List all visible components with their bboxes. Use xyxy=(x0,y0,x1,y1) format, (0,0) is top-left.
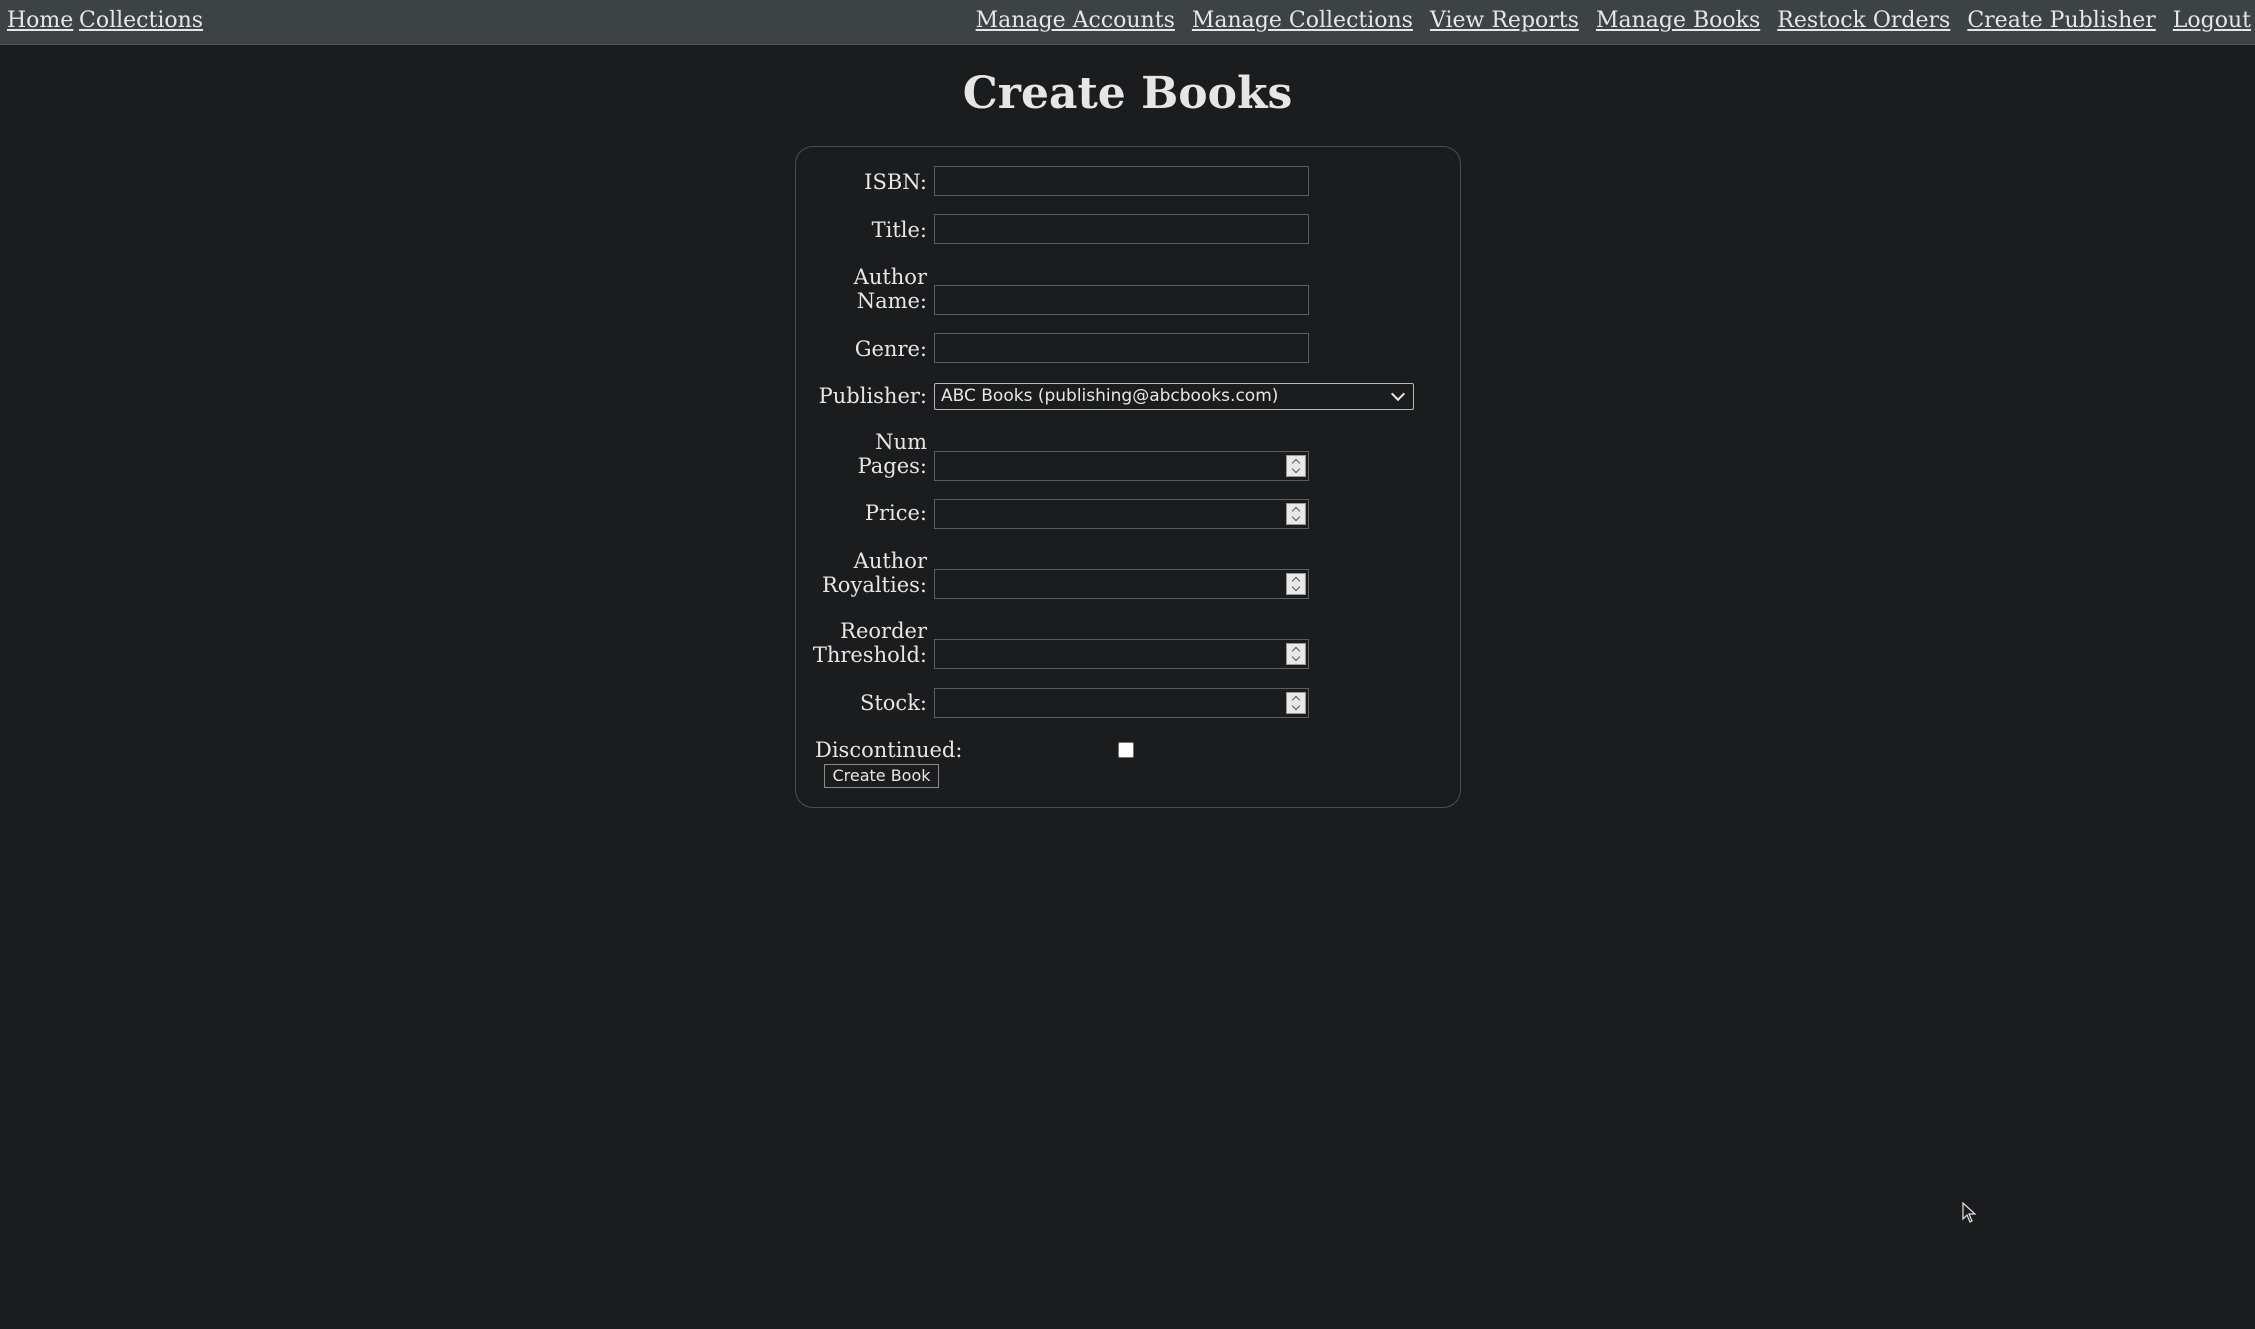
genre-label: Genre: xyxy=(854,337,927,361)
discontinued-checkbox[interactable] xyxy=(1118,742,1134,758)
num-pages-input[interactable] xyxy=(934,451,1309,481)
publisher-select[interactable]: ABC Books (publishing@abcbooks.com) xyxy=(934,383,1414,410)
publisher-selected-value: ABC Books (publishing@abcbooks.com) xyxy=(941,386,1279,406)
author-royalties-input[interactable] xyxy=(934,569,1309,599)
spinner-arrows-icon[interactable] xyxy=(1286,643,1306,665)
nav-link-home[interactable]: Home xyxy=(7,8,73,33)
author-name-input[interactable] xyxy=(934,285,1309,315)
title-input[interactable] xyxy=(934,214,1309,244)
stock-label: Stock: xyxy=(859,691,927,715)
price-input[interactable] xyxy=(934,499,1309,529)
isbn-label: ISBN: xyxy=(864,170,927,194)
price-label: Price: xyxy=(864,501,927,525)
nav-link-view-reports[interactable]: View Reports xyxy=(1430,8,1579,33)
num-pages-label-line1: Num xyxy=(875,430,927,454)
title-label: Title: xyxy=(871,218,927,242)
publisher-label: Publisher: xyxy=(818,384,927,408)
author-name-label-line2: Name: xyxy=(856,289,927,313)
spinner-arrows-icon[interactable] xyxy=(1286,573,1306,595)
author-name-label-line1: Author xyxy=(853,265,927,289)
author-royalties-label-line1: Author xyxy=(853,549,927,573)
top-navigation: Home Collections Manage Accounts Manage … xyxy=(0,0,2255,45)
nav-link-manage-collections[interactable]: Manage Collections xyxy=(1192,8,1413,33)
spinner-arrows-icon[interactable] xyxy=(1286,455,1306,477)
genre-input[interactable] xyxy=(934,333,1309,363)
reorder-threshold-label-line2: Threshold: xyxy=(812,643,927,667)
reorder-threshold-label-line1: Reorder xyxy=(840,619,927,643)
discontinued-label: Discontinued: xyxy=(815,738,963,762)
isbn-input[interactable] xyxy=(934,166,1309,196)
nav-admin-links: Manage Accounts Manage Collections View … xyxy=(966,8,2251,33)
nav-link-manage-books[interactable]: Manage Books xyxy=(1596,8,1760,33)
mouse-pointer-icon xyxy=(1962,1202,1977,1223)
nav-link-collections[interactable]: Collections xyxy=(79,8,203,33)
nav-link-manage-accounts[interactable]: Manage Accounts xyxy=(976,8,1175,33)
chevron-down-icon xyxy=(1390,386,1406,402)
reorder-threshold-input[interactable] xyxy=(934,639,1309,669)
spinner-arrows-icon[interactable] xyxy=(1286,503,1306,525)
nav-link-create-publisher[interactable]: Create Publisher xyxy=(1967,8,2155,33)
author-royalties-label-line2: Royalties: xyxy=(822,573,927,597)
num-pages-label-line2: Pages: xyxy=(857,454,927,478)
spinner-arrows-icon[interactable] xyxy=(1286,692,1306,714)
stock-input[interactable] xyxy=(934,688,1309,718)
create-book-button[interactable]: Create Book xyxy=(824,764,939,788)
nav-link-restock-orders[interactable]: Restock Orders xyxy=(1777,8,1950,33)
nav-link-logout[interactable]: Logout xyxy=(2173,8,2251,33)
page-title: Create Books xyxy=(962,68,1293,119)
